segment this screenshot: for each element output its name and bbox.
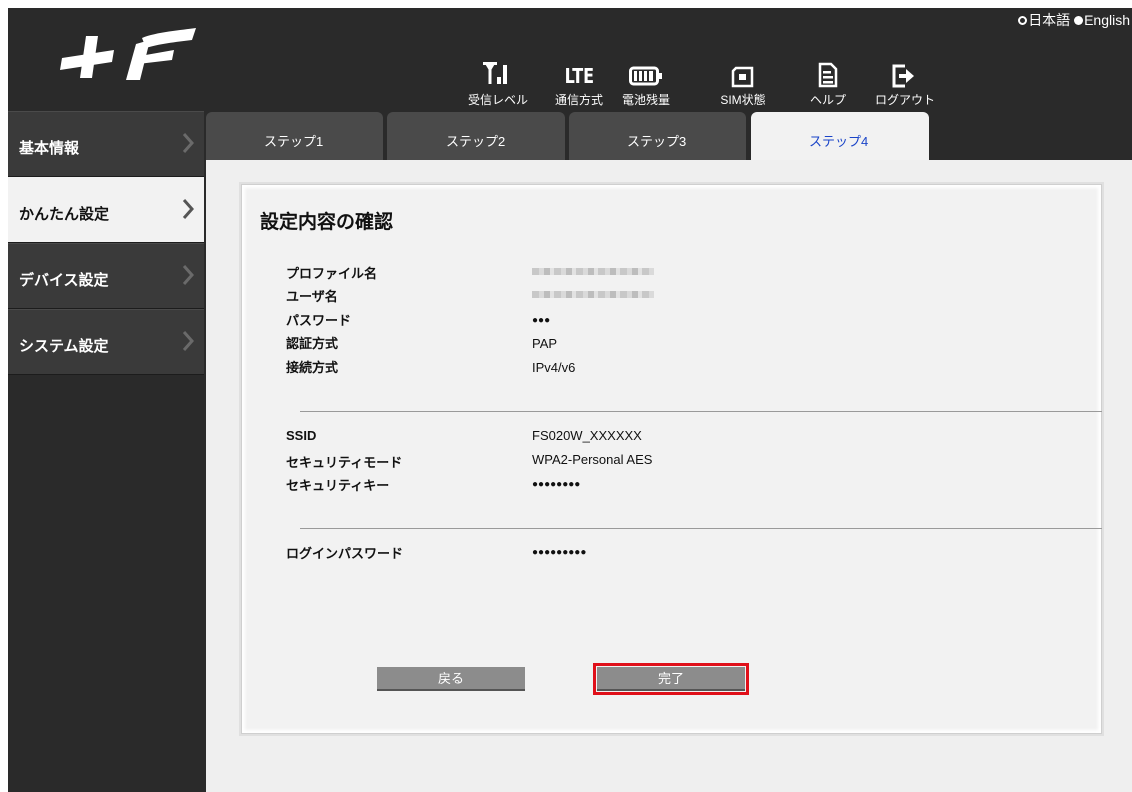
sidebar-item-label: デバイス設定 <box>19 272 109 289</box>
username-value <box>532 286 654 301</box>
app-window: 日本語 English 受信レベル LTE 通信方式 電池残量 SIM状態 ヘル… <box>8 8 1132 792</box>
battery-label: 電池残量 <box>621 93 670 107</box>
sidebar-item-basic-info[interactable]: 基本情報 <box>8 111 204 177</box>
tab-label: ステップ2 <box>446 134 506 149</box>
security-mode-key: セキュリティモード <box>286 455 403 470</box>
tab-label: ステップ1 <box>264 134 324 149</box>
connection-method-value: IPv4/v6 <box>532 360 576 375</box>
sidebar-item-label: かんたん設定 <box>19 206 110 223</box>
sim-icon <box>731 66 754 88</box>
tab-step4[interactable]: ステップ4 <box>751 112 929 162</box>
section-divider <box>300 528 1102 529</box>
back-button[interactable]: 戻る <box>377 667 525 691</box>
sidebar-item-label: システム設定 <box>19 338 109 355</box>
profile-name-value <box>532 263 654 278</box>
tab-step2[interactable]: ステップ2 <box>387 112 565 160</box>
redacted-value <box>532 291 654 298</box>
tab-label: ステップ4 <box>809 134 869 149</box>
chevron-right-icon <box>182 199 194 219</box>
ssid-key: SSID <box>286 428 317 443</box>
battery-level[interactable]: 電池残量 <box>621 58 671 108</box>
sidebar-item-easy-setup[interactable]: かんたん設定 <box>8 177 204 243</box>
auth-method-key: 認証方式 <box>286 336 339 351</box>
logout[interactable]: ログアウト <box>875 58 936 108</box>
brand-logo <box>56 28 196 88</box>
logout-icon <box>892 64 914 88</box>
network-type-label: 通信方式 <box>554 93 603 107</box>
sim-label: SIM状態 <box>720 93 766 107</box>
signal-label: 受信レベル <box>467 93 528 107</box>
ssid-value: FS020W_XXXXXX <box>532 428 642 443</box>
sidebar-item-device-settings[interactable]: デバイス設定 <box>8 243 204 309</box>
profile-name-key: プロファイル名 <box>286 266 378 281</box>
signal-icon <box>483 62 507 84</box>
tab-step1[interactable]: ステップ1 <box>206 112 383 160</box>
chevron-right-icon <box>182 133 194 153</box>
auth-method-value: PAP <box>532 336 558 351</box>
lte-icon: LTE <box>564 64 594 88</box>
sim-status[interactable]: SIM状態 <box>718 58 768 108</box>
security-mode-value: WPA2-Personal AES <box>532 452 653 467</box>
help[interactable]: ヘルプ <box>808 58 848 108</box>
redacted-value <box>532 268 654 275</box>
password-key: パスワード <box>286 313 352 328</box>
chevron-right-icon <box>182 265 194 285</box>
battery-icon <box>629 66 662 86</box>
page-title: 設定内容の確認 <box>260 212 394 233</box>
connection-method-key: 接続方式 <box>286 360 339 375</box>
help-label: ヘルプ <box>809 93 846 107</box>
network-type[interactable]: LTE 通信方式 <box>553 58 605 108</box>
help-icon <box>818 62 838 88</box>
section-divider <box>300 411 1102 412</box>
language-switcher: 日本語 English <box>1018 10 1130 30</box>
japanese-label[interactable]: 日本語 <box>1028 12 1070 28</box>
password-value: ●●● <box>532 315 551 326</box>
logout-label: ログアウト <box>875 93 936 107</box>
username-key: ユーザ名 <box>286 289 338 304</box>
security-key-key: セキュリティキー <box>286 478 390 493</box>
chevron-right-icon <box>182 331 194 351</box>
tab-label: ステップ3 <box>627 134 687 149</box>
sidebar-item-label: 基本情報 <box>19 140 80 157</box>
done-button[interactable]: 完了 <box>593 663 749 695</box>
confirmation-panel: 設定内容の確認 プロファイル名 ユーザ名 パスワード ●●● 認証方式 PAP … <box>241 184 1102 734</box>
security-key-value: ●●●●●●●● <box>532 479 581 490</box>
japanese-radio-icon[interactable] <box>1018 15 1028 25</box>
sidebar: 基本情報 かんたん設定 デバイス設定 システム設定 <box>8 111 204 375</box>
sidebar-item-system-settings[interactable]: システム設定 <box>8 309 204 375</box>
login-password-key: ログインパスワード <box>286 546 404 561</box>
tab-step3[interactable]: ステップ3 <box>569 112 746 160</box>
english-label[interactable]: English <box>1084 12 1130 28</box>
login-password-value: ●●●●●●●●● <box>532 547 587 558</box>
english-radio-icon[interactable] <box>1074 15 1084 25</box>
main-content: 設定内容の確認 プロファイル名 ユーザ名 パスワード ●●● 認証方式 PAP … <box>206 160 1132 792</box>
signal-level[interactable]: 受信レベル <box>463 58 533 108</box>
